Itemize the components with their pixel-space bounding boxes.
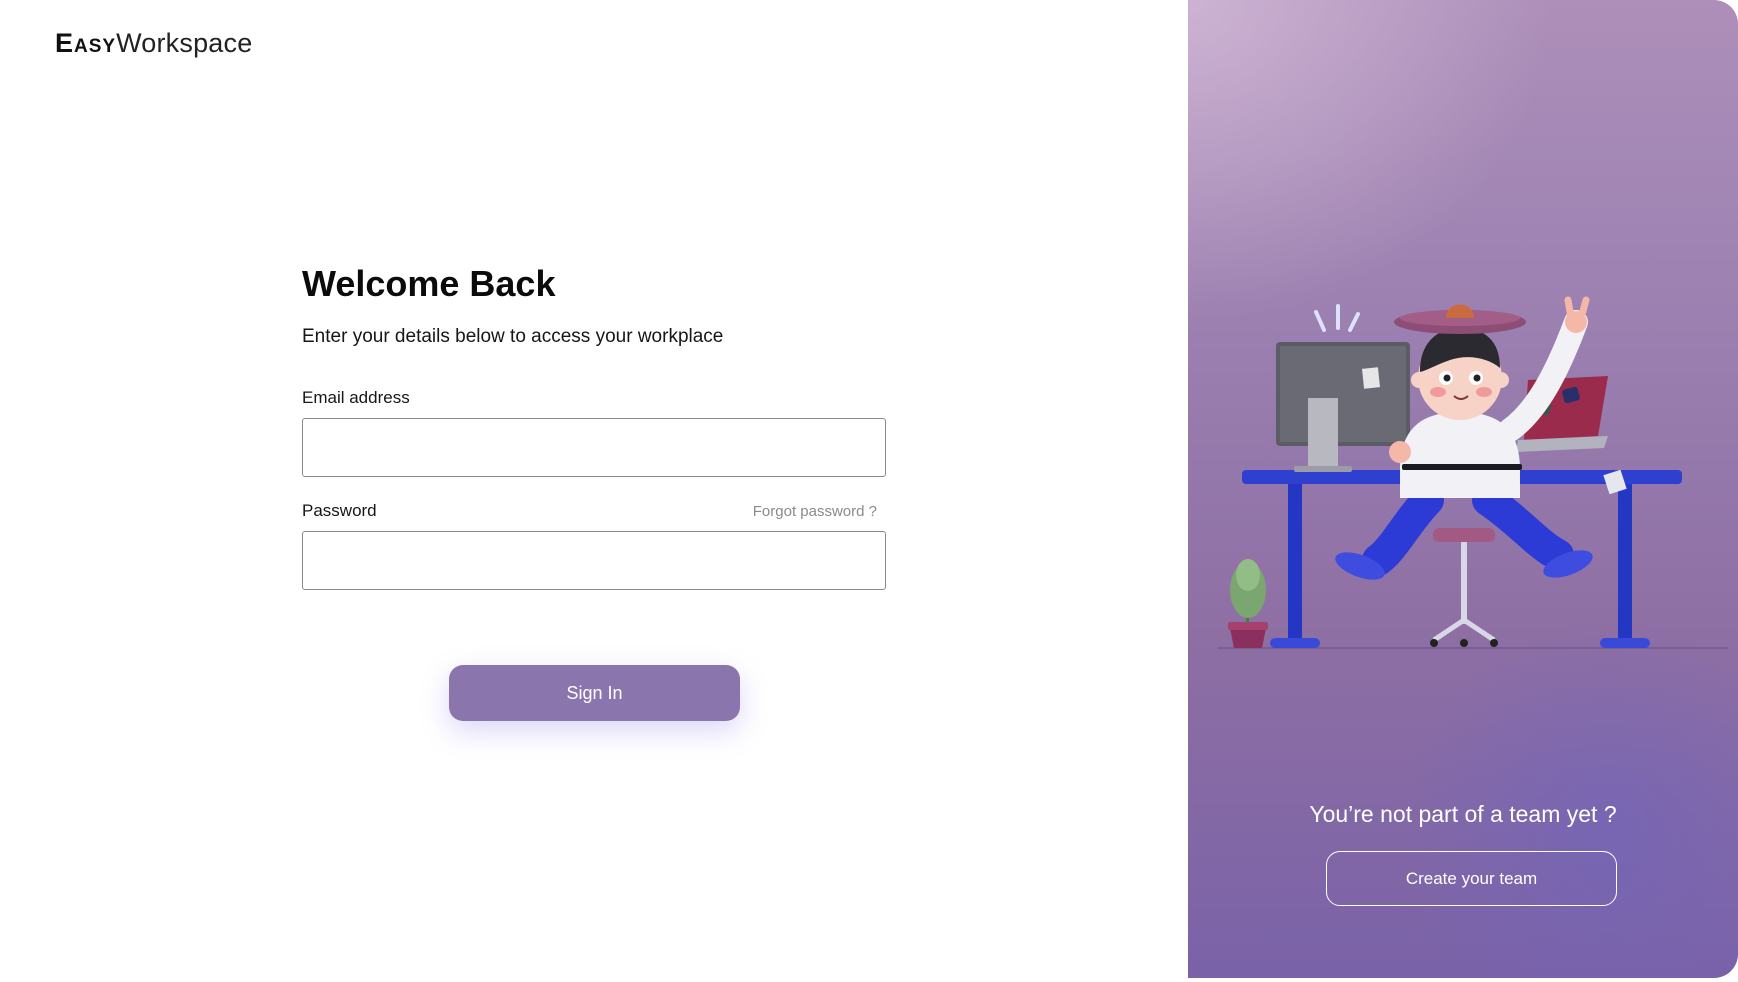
logo-workspace-text: Workspace [116, 28, 253, 58]
password-label-row: Password Forgot password ? [302, 501, 886, 521]
forgot-password-link[interactable]: Forgot password ? [753, 503, 877, 520]
login-form: Welcome Back Enter your details below to… [302, 262, 886, 590]
signup-promo-panel: You’re not part of a team yet ? Create y… [1188, 0, 1738, 978]
create-team-button[interactable]: Create your team [1326, 851, 1617, 906]
sign-in-button[interactable]: Sign In [449, 665, 740, 721]
logo-easy-text: Easy [55, 28, 117, 58]
page-subtitle: Enter your details below to access your … [302, 326, 724, 347]
email-field[interactable] [302, 418, 886, 477]
workspace-illustration [1218, 296, 1728, 649]
page-title: Welcome Back [302, 263, 556, 304]
password-field[interactable] [302, 531, 886, 590]
password-label: Password [302, 501, 377, 520]
no-team-prompt: You’re not part of a team yet ? [1309, 801, 1617, 827]
app-logo: EasyWorkspace [55, 28, 252, 59]
email-label: Email address [302, 388, 410, 407]
